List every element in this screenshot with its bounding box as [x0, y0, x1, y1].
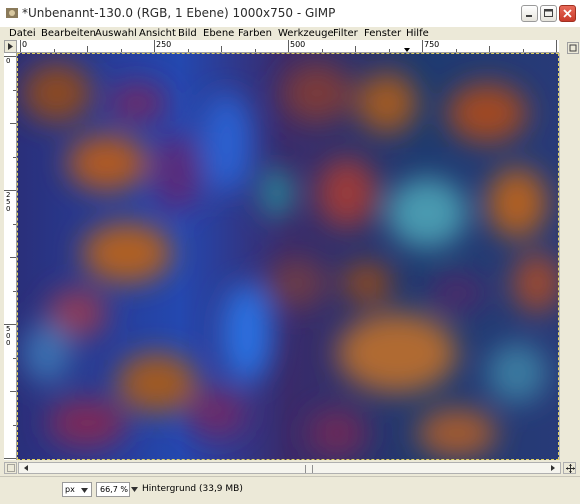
close-button[interactable]	[559, 5, 576, 22]
image-canvas[interactable]	[17, 53, 559, 460]
close-icon	[563, 9, 572, 18]
menu-bar: Datei Bearbeiten Auswahl Ansicht Bild Eb…	[0, 27, 580, 40]
menu-bearbeiten[interactable]: Bearbeiten	[41, 27, 96, 40]
menu-werkzeuge[interactable]: Werkzeuge	[278, 27, 334, 40]
menu-bild[interactable]: Bild	[178, 27, 197, 40]
menu-datei[interactable]: Datei	[9, 27, 36, 40]
title-bar: *Unbenannt-130.0 (RGB, 1 Ebene) 1000x750…	[0, 0, 580, 28]
scroll-left-icon[interactable]	[22, 464, 30, 472]
ruler-label-750: 750	[424, 40, 440, 49]
maximize-icon	[544, 9, 553, 17]
menu-ansicht[interactable]: Ansicht	[139, 27, 176, 40]
ruler-label-250: 250	[156, 40, 172, 49]
vruler-label-250: 250	[6, 191, 11, 213]
vruler-label-500: 500	[6, 325, 11, 347]
zoom-fit-icon[interactable]	[567, 42, 579, 54]
status-layer-info: Hintergrund (33,9 MB)	[142, 484, 243, 494]
ruler-label-500: 500	[290, 40, 306, 49]
horizontal-ruler-ticks	[20, 40, 557, 52]
navigate-button[interactable]	[563, 462, 576, 474]
menu-fenster[interactable]: Fenster	[364, 27, 401, 40]
scroll-right-icon[interactable]	[549, 464, 557, 472]
quick-mask-button[interactable]	[4, 462, 17, 474]
unit-value: px	[65, 485, 75, 494]
chevron-down-icon	[131, 487, 138, 492]
status-bar: px 66,7 % Hintergrund (33,9 MB)	[0, 476, 580, 504]
right-edge-panel	[566, 40, 580, 460]
horizontal-scrollbar[interactable]	[0, 461, 580, 475]
menu-hilfe[interactable]: Hilfe	[406, 27, 429, 40]
navigate-icon	[566, 464, 575, 473]
gimp-icon	[5, 6, 19, 20]
pointer-position-marker	[404, 48, 410, 52]
menu-auswahl[interactable]: Auswahl	[95, 27, 137, 40]
image-content	[17, 53, 559, 460]
vertical-scrollbar[interactable]	[559, 53, 566, 460]
arrow-right-icon	[4, 40, 17, 53]
vertical-ruler[interactable]: 0 250 500	[4, 53, 17, 460]
minimize-icon	[526, 15, 532, 17]
zoom-input[interactable]: 66,7 %	[96, 482, 130, 497]
menu-ebene[interactable]: Ebene	[203, 27, 234, 40]
chevron-down-icon	[81, 488, 88, 493]
vruler-label-0: 0	[6, 57, 11, 65]
image-menu-button[interactable]	[4, 40, 17, 53]
zoom-value: 66,7 %	[100, 485, 128, 494]
unit-select[interactable]: px	[62, 482, 92, 497]
maximize-button[interactable]	[540, 5, 557, 22]
window-title: *Unbenannt-130.0 (RGB, 1 Ebene) 1000x750…	[22, 6, 336, 20]
vertical-ruler-ticks	[4, 56, 16, 459]
horizontal-scroll-track[interactable]	[18, 462, 561, 474]
ruler-label-0: 0	[22, 40, 28, 49]
menu-farben[interactable]: Farben	[238, 27, 272, 40]
minimize-button[interactable]	[521, 5, 538, 22]
zoom-dropdown-button[interactable]	[130, 482, 139, 497]
scroll-thumb-grip[interactable]	[305, 465, 313, 473]
menu-filter[interactable]: Filter	[333, 27, 358, 40]
quick-mask-icon	[7, 464, 15, 472]
horizontal-ruler[interactable]: 0 250 500 750	[17, 40, 559, 53]
